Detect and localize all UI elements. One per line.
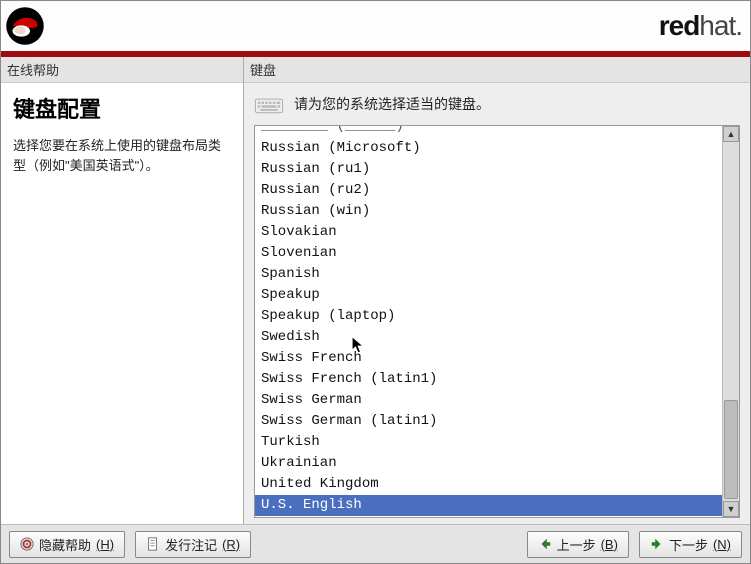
redhat-logo-icon bbox=[5, 6, 45, 46]
prompt-text: 请为您的系统选择适当的键盘。 bbox=[294, 94, 490, 114]
release-notes-key: (R) bbox=[222, 537, 240, 552]
back-key: (B) bbox=[601, 537, 618, 552]
brand-bold: red bbox=[659, 10, 700, 41]
back-label: 上一步 bbox=[557, 535, 596, 554]
list-item[interactable]: Swiss French bbox=[255, 348, 722, 369]
keyboard-list[interactable]: ________ (______)Russian (Microsoft)Russ… bbox=[255, 126, 722, 517]
list-item[interactable]: Russian (ru2) bbox=[255, 180, 722, 201]
keyboard-pane: 键盘 请为您的系统选择适当的键盘。 ________ (______)Russi… bbox=[244, 57, 750, 524]
button-row: 隐藏帮助 (H) 发行注记 (R) 上一步 (B) 下一步 (N) bbox=[1, 524, 750, 563]
hide-help-label: 隐藏帮助 bbox=[39, 535, 91, 554]
next-button[interactable]: 下一步 (N) bbox=[639, 531, 742, 558]
list-item-partial: ________ (______) bbox=[255, 126, 722, 138]
brand-thin: hat. bbox=[699, 10, 742, 41]
help-body: 键盘配置 选择您要在系统上使用的键盘布局类型（例如"美国英语式"）。 bbox=[1, 83, 243, 524]
keyboard-list-container: ________ (______)Russian (Microsoft)Russ… bbox=[254, 125, 740, 518]
next-key: (N) bbox=[713, 537, 731, 552]
list-item[interactable]: Swiss German (latin1) bbox=[255, 411, 722, 432]
list-item[interactable]: United Kingdom bbox=[255, 474, 722, 495]
arrow-right-icon bbox=[650, 537, 664, 551]
help-pane-title: 在线帮助 bbox=[1, 57, 243, 83]
list-item[interactable]: Ukrainian bbox=[255, 453, 722, 474]
help-text: 选择您要在系统上使用的键盘布局类型（例如"美国英语式"）。 bbox=[13, 136, 231, 175]
brand-text: redhat. bbox=[659, 10, 742, 42]
list-item[interactable]: U.S. International bbox=[255, 516, 722, 517]
help-heading: 键盘配置 bbox=[13, 93, 231, 126]
list-item[interactable]: Swedish bbox=[255, 327, 722, 348]
document-icon bbox=[146, 537, 160, 551]
list-item[interactable]: Slovenian bbox=[255, 243, 722, 264]
list-item[interactable]: Slovakian bbox=[255, 222, 722, 243]
release-notes-label: 发行注记 bbox=[165, 535, 217, 554]
list-item[interactable]: Swiss French (latin1) bbox=[255, 369, 722, 390]
main-area: 在线帮助 键盘配置 选择您要在系统上使用的键盘布局类型（例如"美国英语式"）。 … bbox=[1, 57, 750, 524]
list-item[interactable]: Russian (ru1) bbox=[255, 159, 722, 180]
list-item[interactable]: Turkish bbox=[255, 432, 722, 453]
hide-help-icon bbox=[20, 537, 34, 551]
prompt-row: 请为您的系统选择适当的键盘。 bbox=[244, 83, 750, 125]
help-pane: 在线帮助 键盘配置 选择您要在系统上使用的键盘布局类型（例如"美国英语式"）。 bbox=[1, 57, 244, 524]
back-button[interactable]: 上一步 (B) bbox=[527, 531, 629, 558]
list-item[interactable]: Russian (Microsoft) bbox=[255, 138, 722, 159]
installer-window: redhat. 在线帮助 键盘配置 选择您要在系统上使用的键盘布局类型（例如"美… bbox=[0, 0, 751, 564]
scroll-up-button[interactable]: ▲ bbox=[723, 126, 739, 142]
scroll-down-button[interactable]: ▼ bbox=[723, 501, 739, 517]
top-banner: redhat. bbox=[1, 1, 750, 51]
scroll-thumb[interactable] bbox=[724, 400, 738, 500]
release-notes-button[interactable]: 发行注记 (R) bbox=[135, 531, 251, 558]
arrow-left-icon bbox=[538, 537, 552, 551]
hide-help-key: (H) bbox=[96, 537, 114, 552]
hide-help-button[interactable]: 隐藏帮助 (H) bbox=[9, 531, 125, 558]
list-item[interactable]: Swiss German bbox=[255, 390, 722, 411]
list-item[interactable]: Spanish bbox=[255, 264, 722, 285]
scrollbar[interactable]: ▲ ▼ bbox=[722, 126, 739, 517]
list-item[interactable]: U.S. English bbox=[255, 495, 722, 516]
list-item[interactable]: Speakup (laptop) bbox=[255, 306, 722, 327]
keyboard-pane-title: 键盘 bbox=[244, 57, 750, 83]
list-item[interactable]: Speakup bbox=[255, 285, 722, 306]
list-item[interactable]: Russian (win) bbox=[255, 201, 722, 222]
keyboard-icon bbox=[254, 91, 284, 117]
next-label: 下一步 bbox=[669, 535, 708, 554]
